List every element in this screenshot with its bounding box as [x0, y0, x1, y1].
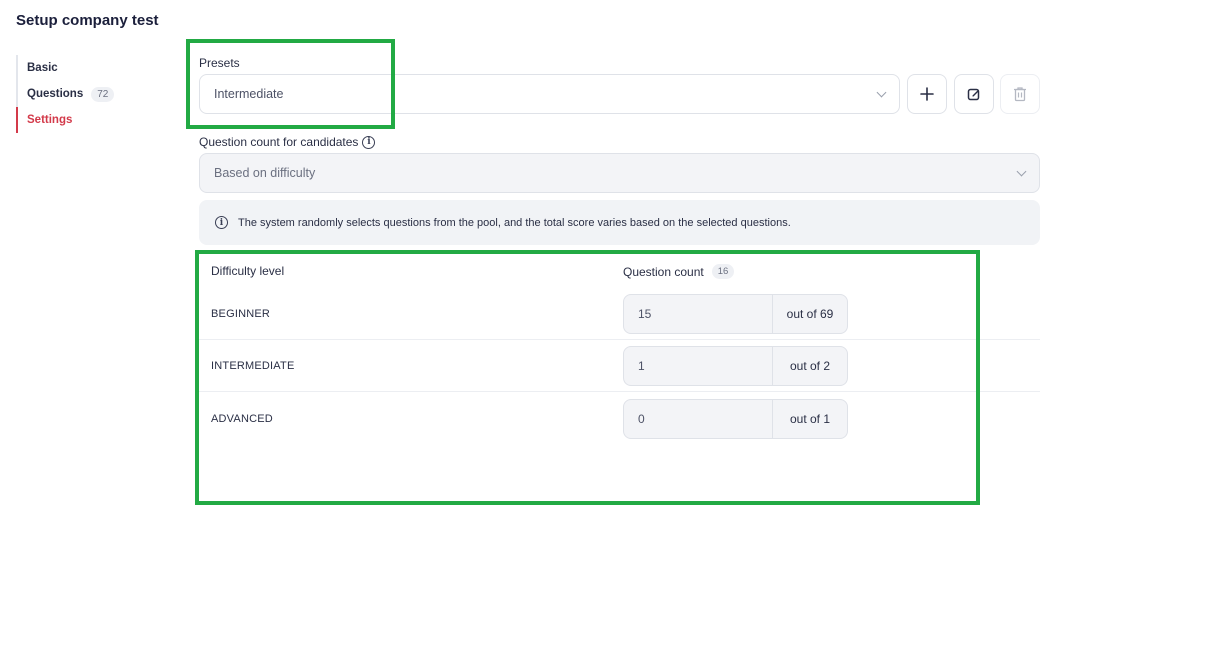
question-count-input[interactable]: 0 — [624, 400, 773, 438]
presets-selected-value: Intermediate — [214, 87, 284, 101]
difficulty-column-header: Difficulty level — [211, 264, 284, 278]
edit-icon — [967, 88, 980, 101]
difficulty-level: ADVANCED — [211, 413, 273, 425]
notice-text: The system randomly selects questions fr… — [238, 216, 791, 229]
question-count-suffix: out of 1 — [789, 412, 831, 426]
plus-icon — [920, 87, 934, 101]
count-header-text: Question count — [623, 264, 704, 279]
chevron-down-icon — [1016, 166, 1027, 177]
difficulty-level: INTERMEDIATE — [211, 359, 295, 372]
sidebar-item-settings[interactable]: Settings — [16, 107, 166, 133]
info-icon[interactable]: i — [362, 135, 376, 149]
question-count-selected-value: Based on difficulty — [214, 166, 316, 180]
sidebar-item-basic[interactable]: Basic — [16, 55, 166, 81]
question-count-input[interactable]: 1 — [624, 347, 773, 385]
question-count-label-text: Question count for candidates — [199, 135, 359, 149]
question-count-input-group: 1 out of 2 — [623, 346, 848, 386]
add-preset-button[interactable] — [907, 74, 947, 114]
table-row: BEGINNER 15 out of 69 — [199, 288, 1040, 340]
question-count-column-header: Question count 16 — [623, 264, 735, 279]
sidebar-nav: Basic Questions 72 Settings — [16, 55, 166, 133]
question-count-select[interactable]: Based on difficulty — [199, 153, 1040, 193]
question-count-input[interactable]: 15 — [624, 295, 773, 333]
question-count-input-group: 0 out of 1 — [623, 399, 848, 439]
info-icon: i — [215, 216, 228, 229]
info-notice: i The system randomly selects questions … — [199, 200, 1040, 245]
question-count-suffix: out of 69 — [786, 307, 834, 321]
page-title: Setup company test — [16, 12, 159, 29]
presets-select[interactable]: Intermediate — [199, 74, 900, 114]
question-count-suffix: out of 2 — [789, 359, 831, 373]
total-count-badge: 16 — [711, 264, 735, 279]
edit-preset-button[interactable] — [954, 74, 994, 114]
questions-count-badge: 72 — [91, 86, 115, 102]
presets-label-text: Presets — [199, 56, 240, 70]
difficulty-level: BEGINNER — [211, 307, 271, 320]
table-row: INTERMEDIATE 1 out of 2 — [199, 340, 1040, 392]
delete-preset-button[interactable] — [1000, 74, 1040, 114]
chevron-down-icon — [876, 87, 887, 98]
sidebar-item-label: Settings — [27, 114, 73, 126]
difficulty-header-text: Difficulty level — [211, 264, 285, 278]
table-row: ADVANCED 0 out of 1 — [199, 393, 1040, 445]
sidebar-item-label: Basic — [27, 62, 58, 74]
question-count-input-group: 15 out of 69 — [623, 294, 848, 334]
trash-icon — [1014, 87, 1026, 102]
sidebar-item-questions[interactable]: Questions 72 — [16, 81, 166, 107]
presets-label: Presets — [199, 56, 240, 70]
question-count-label: Question count for candidates i — [199, 135, 376, 149]
sidebar-item-label: Questions — [27, 88, 84, 100]
